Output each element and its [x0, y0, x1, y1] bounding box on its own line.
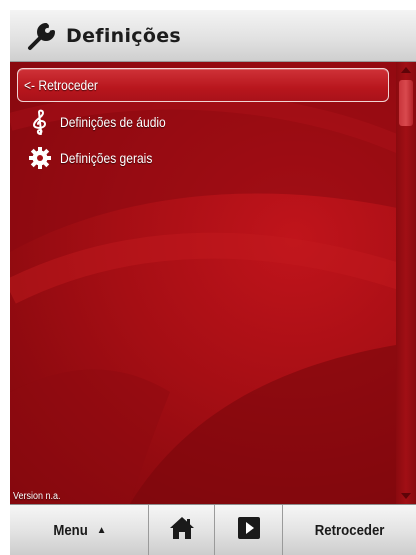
play-icon	[237, 517, 260, 543]
menu-button[interactable]: Menu ▲	[10, 505, 149, 555]
menu-item-general-settings-label: Definições gerais	[60, 150, 153, 166]
back-button-label: Retroceder	[314, 521, 385, 539]
gear-icon	[28, 146, 52, 170]
scrollbar[interactable]	[396, 62, 416, 504]
menu-item-general-settings[interactable]: Definições gerais	[17, 140, 389, 176]
menu-button-label: Menu	[53, 521, 89, 539]
menu-list: <- Retroceder Definições de áudio Defini…	[17, 68, 389, 176]
app-window: Definições <- Retroceder Definições de á…	[0, 0, 416, 555]
home-button[interactable]	[149, 505, 215, 555]
version-label: Version n.a.	[13, 491, 61, 502]
menu-item-back[interactable]: <- Retroceder	[17, 68, 389, 102]
menu-item-audio-settings-label: Definições de áudio	[60, 114, 166, 130]
wrench-icon	[24, 18, 60, 54]
treble-clef-icon	[28, 109, 52, 135]
menu-panel: <- Retroceder Definições de áudio Defini…	[10, 62, 416, 504]
menu-item-back-label: <- Retroceder	[24, 77, 98, 93]
scroll-thumb[interactable]	[399, 80, 413, 126]
page-title: Definições	[66, 24, 181, 47]
scroll-up-arrow[interactable]	[396, 62, 416, 78]
caret-up-icon: ▲	[96, 524, 107, 536]
menu-item-audio-settings[interactable]: Definições de áudio	[17, 104, 389, 140]
back-button[interactable]: Retroceder	[283, 505, 416, 555]
home-icon	[169, 516, 195, 544]
title-bar: Definições	[10, 10, 416, 62]
play-button[interactable]	[215, 505, 283, 555]
window-edge	[0, 0, 10, 555]
scroll-down-arrow[interactable]	[396, 488, 416, 504]
bottom-toolbar: Menu ▲ Retroceder	[10, 504, 416, 555]
